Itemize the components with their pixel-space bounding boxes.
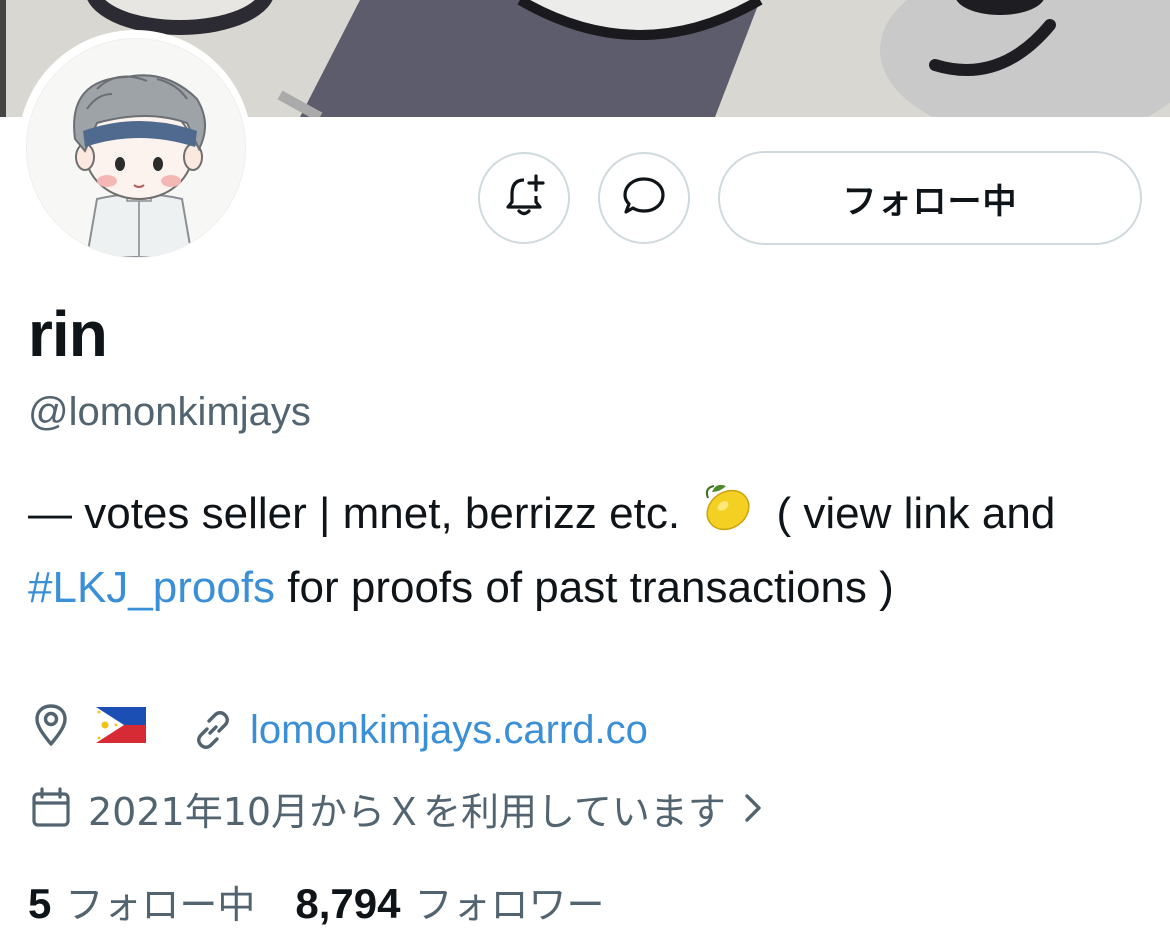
link-icon [190,707,236,753]
notify-button[interactable] [478,152,570,244]
following-label: フォロー中 [65,882,256,927]
map-pin-icon [28,702,74,758]
profile-avatar[interactable] [18,30,252,264]
lemon-icon [700,478,756,554]
followers-label: フォロワー [414,882,605,927]
calendar-icon [28,785,74,831]
chevron-right-icon [738,788,768,828]
bio-hashtag-link[interactable]: #LKJ_proofs [28,563,275,612]
philippines-flag [96,707,146,753]
following-count: 5 [28,879,52,927]
bio-text-2: ( view link and [764,489,1056,538]
website-link[interactable]: lomonkimjays.carrd.co [250,708,648,753]
bio-text-1: — votes seller | mnet, berrizz etc. [28,489,693,538]
speech-bubble-icon [620,172,668,225]
followers-count-link[interactable]: 8,794 フォロワー [295,874,604,929]
follow-counts: 5 フォロー中 8,794 フォロワー [28,872,605,930]
profile-name: rin [28,298,108,370]
joined-date-row[interactable]: 2021年10月からＸを利用しています [28,780,768,836]
following-count-link[interactable]: 5 フォロー中 [28,874,255,929]
bell-plus-icon [500,172,548,225]
joined-date: 2021年10月からＸを利用しています [88,789,726,834]
profile-meta: lomonkimjays.carrd.co [28,700,648,760]
profile-handle: @lomonkimjays [28,390,311,434]
avatar-illustration [26,38,246,258]
profile-bio: — votes seller | mnet, berrizz etc. ( vi… [28,478,1148,622]
followers-count: 8,794 [295,879,401,927]
bio-text-3: for proofs of past transactions ) [275,563,894,612]
message-button[interactable] [598,152,690,244]
following-button[interactable]: フォロー中 [718,151,1142,245]
